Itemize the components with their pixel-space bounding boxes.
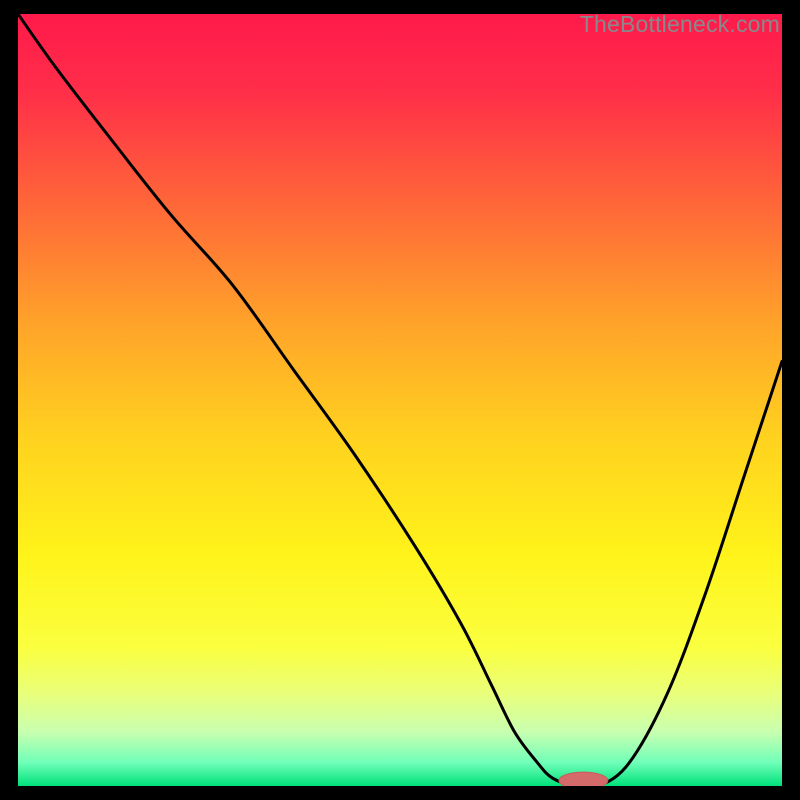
optimal-point-marker [559,772,608,786]
chart-frame [18,14,782,786]
gradient-background [18,14,782,786]
watermark-text: TheBottleneck.com [580,11,780,38]
bottleneck-chart [18,14,782,786]
